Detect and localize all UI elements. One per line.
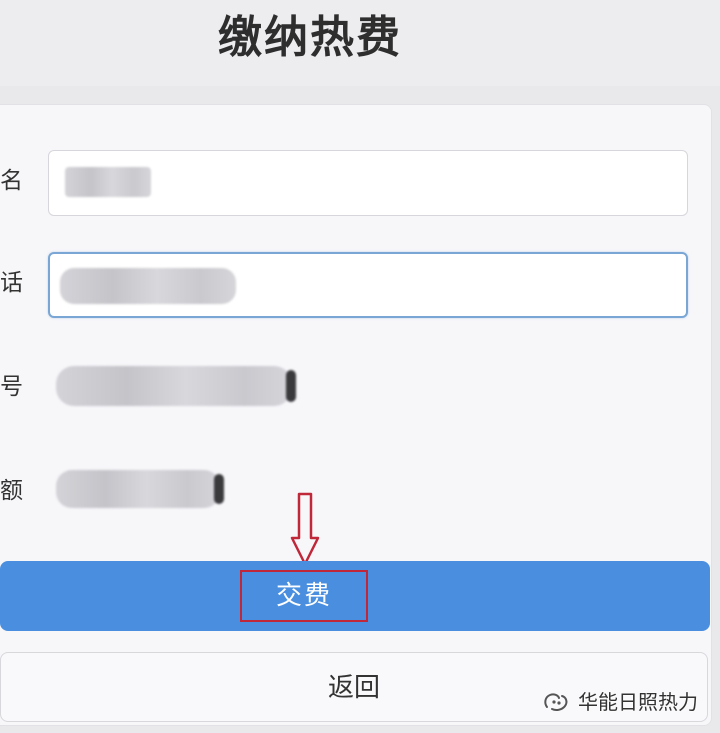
field-label-phone: 话 [0,270,23,296]
watermark-text: 华能日照热力 [578,690,698,714]
field-label-amount: 额 [0,478,23,504]
page: 缴纳热费 名 话 号 额 交费 返回 华能日照热力 [0,0,720,733]
wechat-official-account-icon [544,692,568,711]
page-title: 缴纳热费 [218,12,402,63]
name-input[interactable] [48,150,688,216]
redacted-value [60,268,236,304]
redacted-amount-value [56,470,224,508]
field-label-name: 名 [0,168,23,194]
field-label-account: 号 [0,374,23,400]
watermark: 华能日照热力 [542,686,698,715]
redacted-account-value [56,366,296,406]
phone-input[interactable] [48,252,688,318]
down-arrow-icon [290,492,320,566]
pay-button-label[interactable]: 交费 [240,570,368,622]
redacted-value [65,167,151,197]
header-bar: 缴纳热费 [0,0,720,86]
